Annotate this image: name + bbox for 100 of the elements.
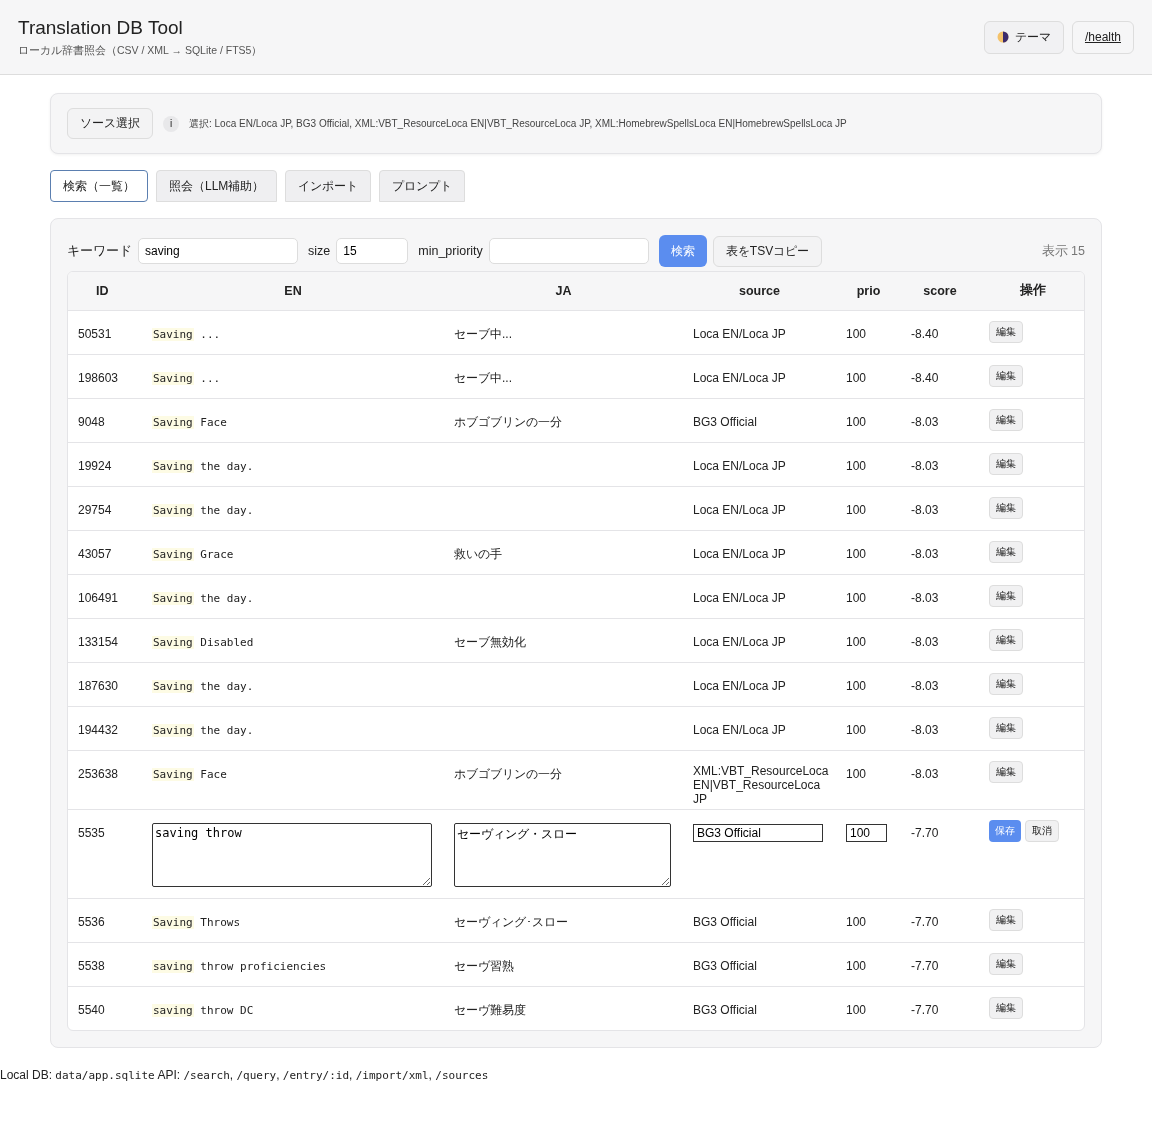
tab[interactable]: 照会（LLM補助） xyxy=(156,170,278,202)
tsv-copy-button[interactable]: 表をTSVコピー xyxy=(712,235,823,267)
edit-button[interactable]: 編集 xyxy=(989,320,1023,343)
table-cell: 100 xyxy=(846,590,867,605)
table-cell: 253638 xyxy=(78,766,119,781)
table-cell: 100 xyxy=(846,502,867,517)
table-cell: Saving the day. xyxy=(152,458,254,475)
footer-info: Local DB: data/app.sqlite API: /search, /query, /entry/:id, /import/xml, /sources xyxy=(0,1068,490,1082)
table-cell: 100 xyxy=(846,370,867,385)
edit-button[interactable]: 編集 xyxy=(989,364,1023,387)
table-cell: Saving Face xyxy=(152,414,227,431)
table-cell: 5540 xyxy=(78,1002,105,1017)
table-cell: -7.70 xyxy=(911,914,939,929)
table-cell: Saving Face xyxy=(152,766,227,783)
table-cell: BG3 Official xyxy=(693,414,757,429)
table-cell: saving throw DC xyxy=(152,1002,254,1019)
cancel-button[interactable]: 取消 xyxy=(1025,819,1059,842)
table-cell: 100 xyxy=(846,1002,867,1017)
table-cell: BG3 Official xyxy=(693,958,757,973)
table-cell: Loca EN/Loca JP xyxy=(693,326,786,341)
edit-button[interactable]: 編集 xyxy=(989,716,1023,739)
table-cell: -8.03 xyxy=(911,458,939,473)
table-cell: Saving the day. xyxy=(152,502,254,519)
table-cell: 187630 xyxy=(78,678,119,693)
min-priority-field[interactable] xyxy=(488,238,649,264)
half-circle-icon xyxy=(996,31,1009,43)
size-field[interactable]: 15 xyxy=(336,238,409,264)
table-cell: -7.70 xyxy=(911,958,939,973)
edit-button[interactable]: 編集 xyxy=(989,908,1023,931)
column-header: ID xyxy=(96,283,109,298)
table-cell: Loca EN/Loca JP xyxy=(693,722,786,737)
table-cell: セーブ中... xyxy=(454,370,512,385)
column-header: 操作 xyxy=(1019,283,1046,298)
table-cell: -8.40 xyxy=(911,326,939,341)
table-cell: Saving ... xyxy=(152,370,221,387)
table-cell: -8.03 xyxy=(911,722,939,737)
table-cell: ホブゴブリンの一分 xyxy=(454,414,562,429)
table-cell: 100 xyxy=(846,958,867,973)
edit-button[interactable]: 編集 xyxy=(989,584,1023,607)
table-cell: -8.03 xyxy=(911,414,939,429)
app-title: Translation DB Tool xyxy=(18,16,184,39)
table-cell: Loca EN/Loca JP xyxy=(693,546,786,561)
table-cell: 5536 xyxy=(78,914,105,929)
result-count: 表示 15 xyxy=(1041,242,1085,260)
table-cell: Saving the day. xyxy=(152,678,254,695)
edit-button[interactable]: 編集 xyxy=(989,628,1023,651)
edit-button[interactable]: 編集 xyxy=(989,760,1023,783)
app-subtitle: ローカル辞書照会（CSV / XML → SQLite / FTS5） xyxy=(18,43,263,58)
table-cell: BG3 Official xyxy=(693,914,757,929)
edit-button[interactable]: 編集 xyxy=(989,452,1023,475)
edit-button[interactable]: 編集 xyxy=(989,540,1023,563)
en-text-field[interactable]: saving throw xyxy=(152,822,432,887)
tab[interactable]: プロンプト xyxy=(379,170,466,202)
column-header: score xyxy=(923,283,957,298)
table-cell: Saving Throws xyxy=(152,914,241,931)
table-cell: 19924 xyxy=(78,458,112,473)
table-cell: Loca EN/Loca JP xyxy=(693,370,786,385)
table-cell: 100 xyxy=(846,414,867,429)
health-link[interactable]: /health xyxy=(1071,20,1134,54)
edit-button[interactable]: 編集 xyxy=(989,672,1023,695)
source-select-button[interactable]: ソース選択 xyxy=(67,108,153,139)
table-cell: 43057 xyxy=(78,546,112,561)
table-cell: 29754 xyxy=(78,502,112,517)
ja-text-field[interactable]: セーヴィング・スロー xyxy=(454,822,671,887)
table-cell: Saving Grace xyxy=(152,546,234,563)
table-cell: 194432 xyxy=(78,722,119,737)
edit-button[interactable]: 編集 xyxy=(989,408,1023,431)
tab[interactable]: 検索（一覧） xyxy=(50,170,148,202)
tab[interactable]: インポート xyxy=(285,170,372,202)
table-cell: 100 xyxy=(846,766,867,781)
table-cell: 133154 xyxy=(78,634,119,649)
theme-button[interactable]: テーマ xyxy=(983,20,1064,54)
table-cell: 106491 xyxy=(78,590,119,605)
edit-button[interactable]: 編集 xyxy=(989,952,1023,975)
table-cell: -8.40 xyxy=(911,370,939,385)
table-cell: Loca EN/Loca JP xyxy=(693,634,786,649)
table-cell: セーブ無効化 xyxy=(454,634,526,649)
table-cell: -8.03 xyxy=(911,678,939,693)
table-cell: Saving the day. xyxy=(152,590,254,607)
edit-button[interactable]: 編集 xyxy=(989,496,1023,519)
table-cell: 救いの手 xyxy=(454,546,502,561)
column-header: JA xyxy=(555,283,572,298)
table-cell: 100 xyxy=(846,326,867,341)
prio-field[interactable]: 100 xyxy=(846,823,887,842)
edit-button[interactable]: 編集 xyxy=(989,996,1023,1019)
column-header: source xyxy=(739,283,780,298)
table-cell: Saving ... xyxy=(152,326,221,343)
source-field[interactable]: BG3 Official xyxy=(693,823,823,842)
table-cell: BG3 Official xyxy=(693,1002,757,1017)
column-header: EN xyxy=(284,283,302,298)
table-cell: 198603 xyxy=(78,370,119,385)
min-priority-label: min_priority xyxy=(418,244,483,258)
table-cell: Loca EN/Loca JP xyxy=(693,590,786,605)
table-cell: XML:VBT_ResourceLoca EN|VBT_ResourceLoca JP xyxy=(693,763,829,806)
keyword-field[interactable]: saving xyxy=(138,238,298,264)
table-cell: -8.03 xyxy=(911,546,939,561)
table-cell: -8.03 xyxy=(911,766,939,781)
table-cell: 5538 xyxy=(78,958,105,973)
table-cell: -7.70 xyxy=(911,825,939,840)
table-cell: Loca EN/Loca JP xyxy=(693,502,786,517)
